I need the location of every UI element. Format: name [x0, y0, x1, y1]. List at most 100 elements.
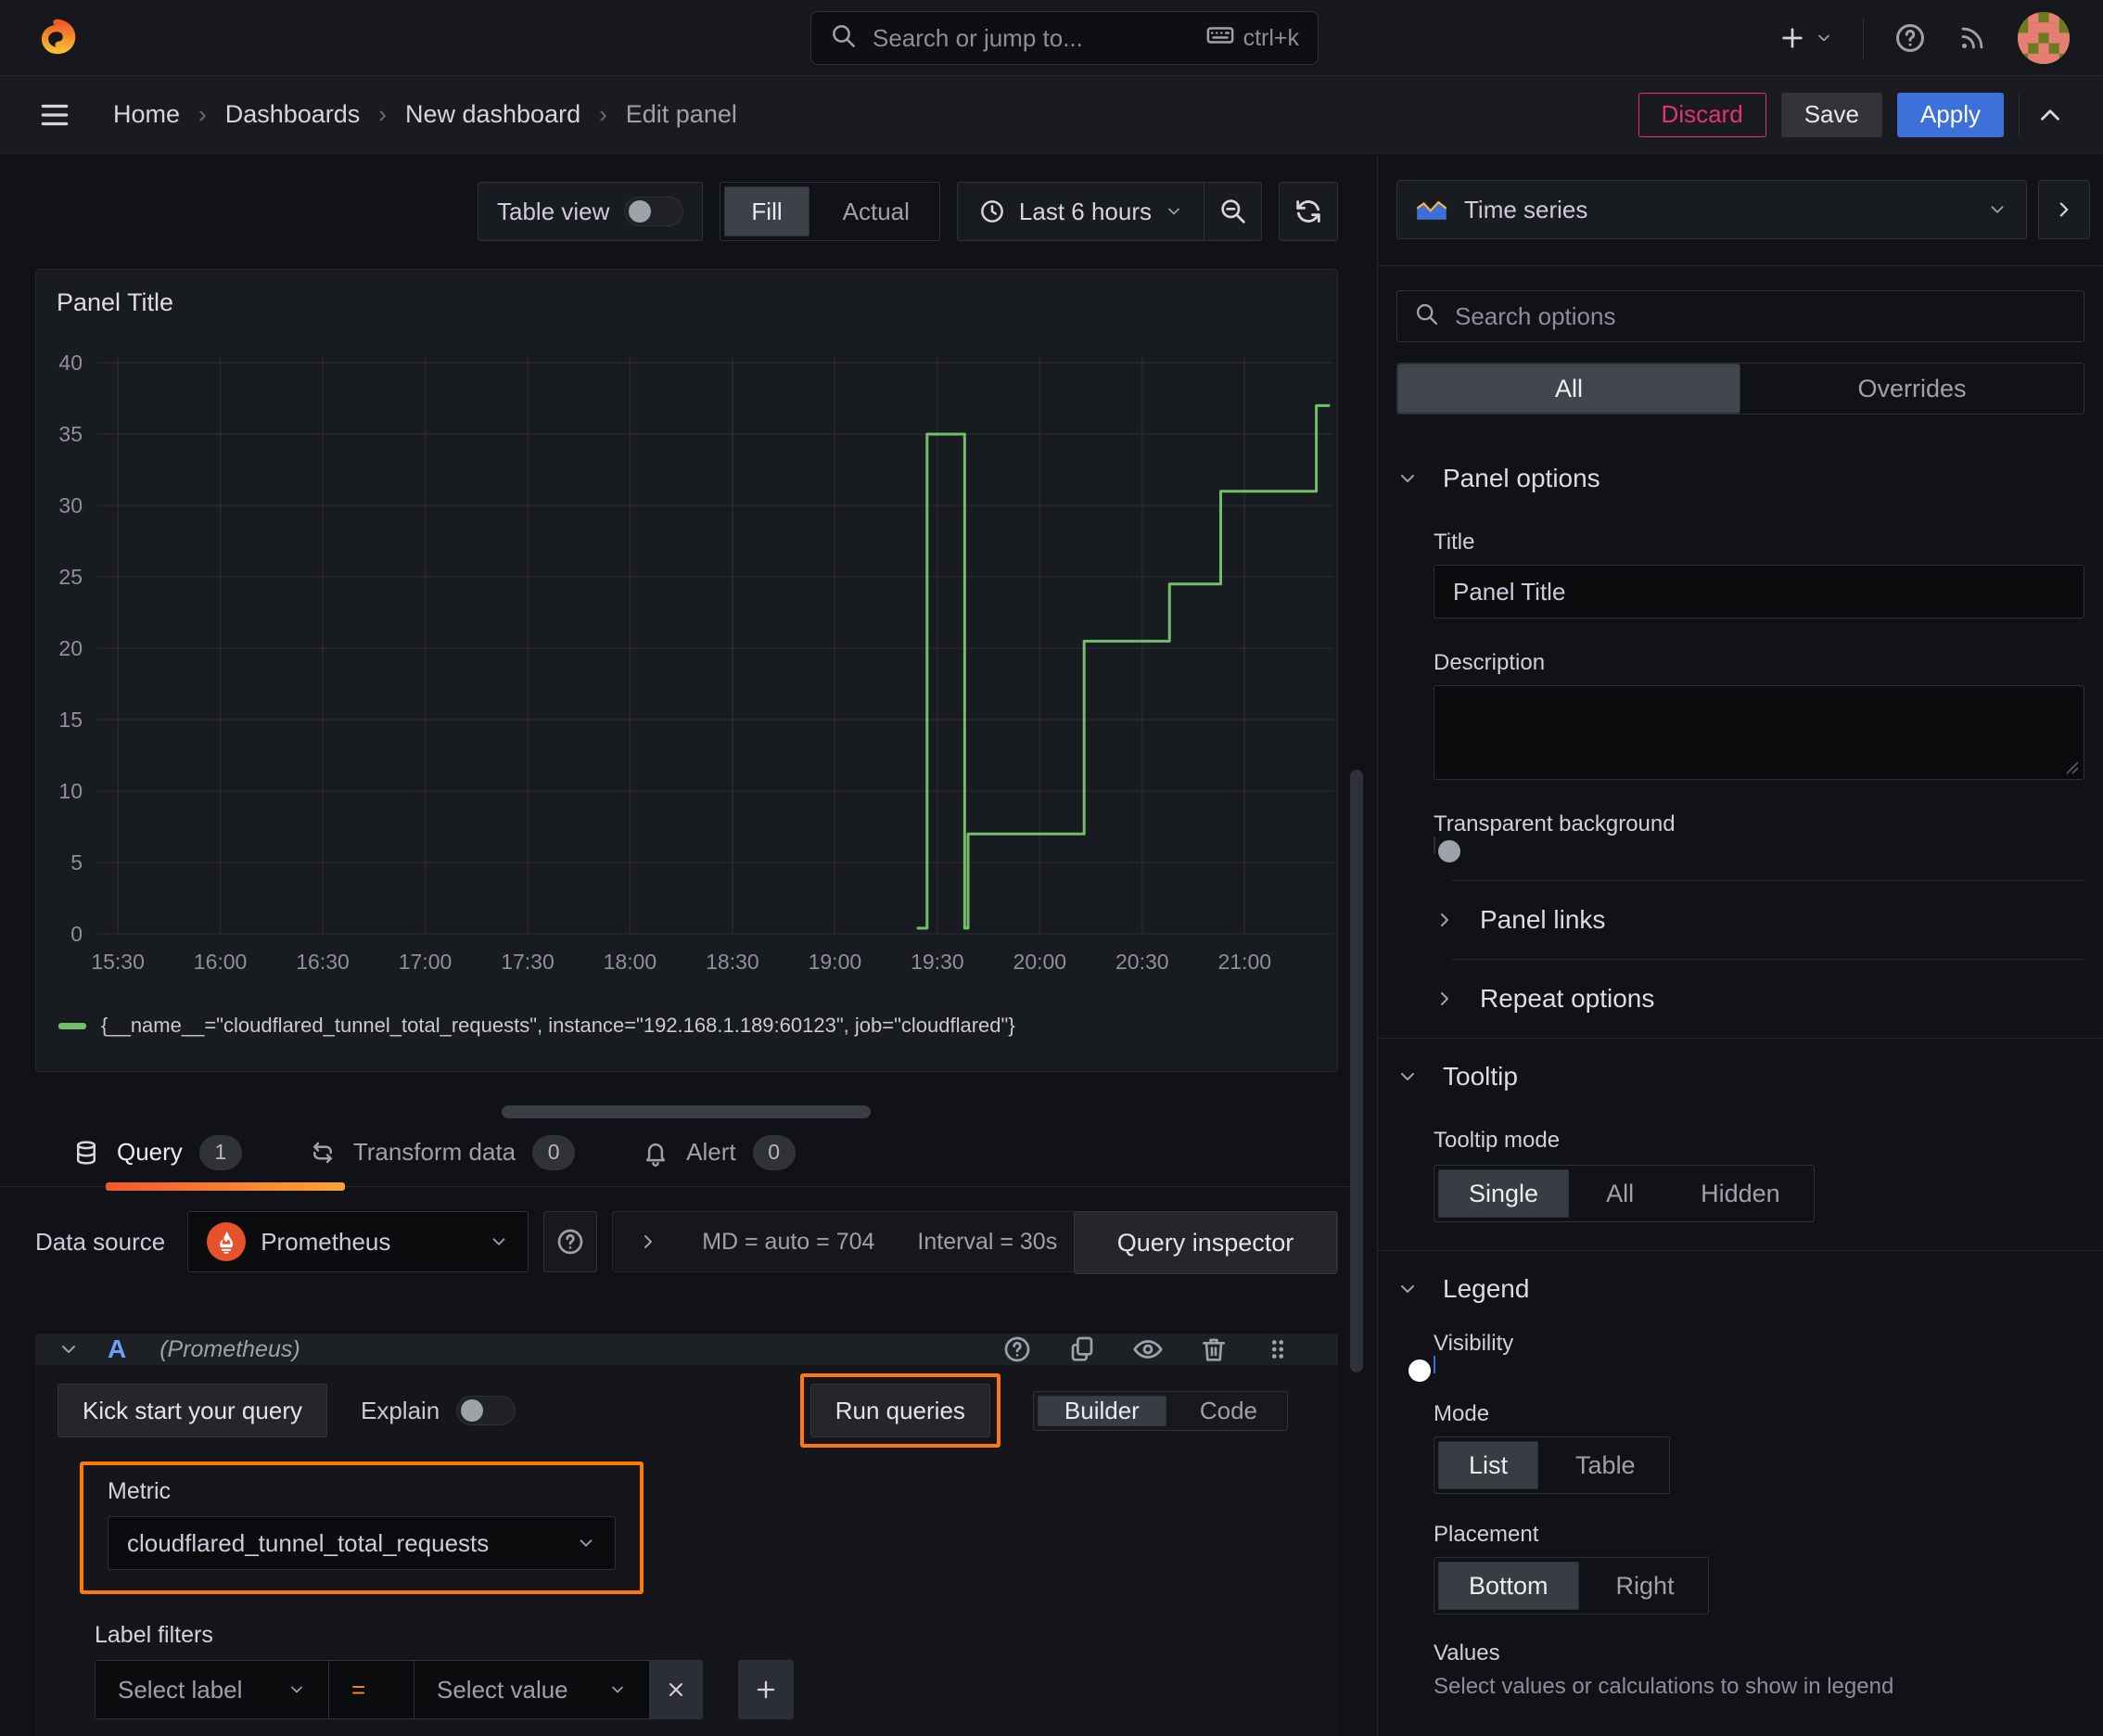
placement-label: Placement: [1434, 1522, 1539, 1547]
visualization-picker[interactable]: Time series: [1396, 180, 2027, 239]
news-rss-icon[interactable]: [1956, 22, 1988, 54]
explain-toggle[interactable]: [456, 1396, 516, 1425]
add-menu-button[interactable]: [1778, 23, 1833, 53]
fill-option[interactable]: Fill: [724, 186, 809, 236]
svg-text:0: 0: [70, 922, 83, 946]
tooltip-mode-switch: Single All Hidden: [1434, 1165, 1815, 1222]
tooltip-single-option[interactable]: Single: [1438, 1169, 1570, 1218]
tab-query[interactable]: Query 1: [72, 1118, 345, 1191]
alert-count-badge: 0: [752, 1134, 796, 1170]
drag-query-handle-icon[interactable]: [1264, 1335, 1292, 1363]
metric-select[interactable]: cloudflared_tunnel_total_requests: [108, 1516, 616, 1570]
avatar[interactable]: [2018, 11, 2070, 64]
panel-preview: Panel Title 0 5 10 15 20 25 30 35 40 15:30 16:00 16…: [35, 269, 1338, 1072]
top-nav: ctrl+k: [0, 0, 2103, 76]
kickstart-query-button[interactable]: Kick start your query: [57, 1384, 327, 1437]
time-range-control: Last 6 hours: [956, 182, 1262, 241]
table-view-toggle[interactable]: [624, 197, 684, 226]
breadcrumb-edit-panel: Edit panel: [625, 100, 737, 128]
options-search[interactable]: [1396, 290, 2084, 342]
duplicate-query-icon[interactable]: [1067, 1334, 1097, 1364]
datasource-picker[interactable]: Prometheus: [187, 1211, 529, 1272]
builder-option[interactable]: Builder: [1037, 1395, 1166, 1426]
panel-links-section[interactable]: Panel links: [1396, 881, 2084, 959]
save-button[interactable]: Save: [1780, 92, 1882, 137]
collapse-options-icon[interactable]: [2038, 180, 2090, 239]
tooltip-mode-label: Tooltip mode: [1434, 1128, 1561, 1153]
filter-all-option[interactable]: All: [1397, 364, 1740, 414]
help-icon[interactable]: [1893, 21, 1927, 55]
expand-options-icon[interactable]: [637, 1231, 659, 1253]
description-textarea[interactable]: [1434, 685, 2084, 780]
label-filter-group: Select label = Select value: [95, 1660, 703, 1719]
breadcrumb: Home › Dashboards › New dashboard › Edit…: [113, 100, 737, 129]
operator-dropdown[interactable]: =: [329, 1661, 414, 1718]
collapse-header-icon[interactable]: [2034, 99, 2066, 131]
legend-section[interactable]: Legend: [1396, 1270, 2084, 1308]
resize-handle[interactable]: [502, 1105, 871, 1118]
legend-swatch: [58, 1022, 86, 1029]
grafana-logo-icon[interactable]: [33, 15, 80, 61]
query-a-header[interactable]: A (Prometheus): [35, 1334, 1338, 1365]
builder-code-switch: Builder Code: [1032, 1390, 1288, 1431]
code-option[interactable]: Code: [1174, 1396, 1283, 1426]
toggle-visibility-icon[interactable]: [1132, 1334, 1164, 1365]
svg-text:15:30: 15:30: [91, 950, 145, 974]
tab-transform[interactable]: Transform data 0: [309, 1118, 576, 1186]
add-filter-icon[interactable]: [738, 1660, 794, 1719]
options-search-input[interactable]: [1455, 301, 2067, 331]
remove-filter-icon[interactable]: [650, 1661, 702, 1718]
svg-text:5: 5: [70, 850, 83, 874]
shortcut-hint: ctrl+k: [1206, 21, 1299, 56]
datasource-help-icon[interactable]: [543, 1211, 598, 1272]
tab-alert[interactable]: Alert 0: [642, 1118, 796, 1186]
panel-options-section[interactable]: Panel options: [1396, 459, 2084, 498]
panel-title: Panel Title: [57, 288, 174, 316]
svg-text:20: 20: [58, 636, 83, 660]
breadcrumb-new-dashboard[interactable]: New dashboard: [405, 100, 580, 129]
legend-label: {__name__="cloudflared_tunnel_total_requ…: [101, 1014, 1015, 1037]
delete-query-icon[interactable]: [1199, 1334, 1229, 1364]
placement-right-option[interactable]: Right: [1587, 1562, 1704, 1610]
apply-button[interactable]: Apply: [1896, 92, 2004, 137]
repeat-options-section[interactable]: Repeat options: [1396, 960, 2084, 1038]
global-search[interactable]: ctrl+k: [810, 11, 1319, 65]
menu-icon[interactable]: [37, 97, 72, 133]
select-value-dropdown[interactable]: Select value: [414, 1661, 650, 1718]
breadcrumb-home[interactable]: Home: [113, 100, 180, 129]
table-view-control: Table view: [478, 182, 704, 241]
svg-text:35: 35: [58, 422, 83, 446]
filter-overrides-option[interactable]: Overrides: [1740, 364, 2084, 414]
query-help-icon[interactable]: [1002, 1334, 1032, 1364]
query-count-badge: 1: [198, 1134, 242, 1170]
search-input[interactable]: [873, 23, 1192, 53]
legend-visibility-toggle[interactable]: [1434, 1356, 1435, 1373]
legend-list-option[interactable]: List: [1438, 1441, 1539, 1489]
left-scrollbar[interactable]: [1350, 770, 1363, 1372]
breadcrumb-dashboards[interactable]: Dashboards: [225, 100, 361, 129]
discard-button[interactable]: Discard: [1638, 92, 1766, 137]
run-queries-button[interactable]: Run queries: [809, 1384, 990, 1437]
query-inspector-button[interactable]: Query inspector: [1074, 1211, 1337, 1274]
actual-option[interactable]: Actual: [817, 186, 936, 236]
select-label-dropdown[interactable]: Select label: [96, 1661, 329, 1718]
legend-table-option[interactable]: Table: [1546, 1441, 1665, 1489]
fill-actual-switch: Fill Actual: [720, 182, 940, 241]
tooltip-all-option[interactable]: All: [1576, 1169, 1663, 1218]
transparent-bg-toggle[interactable]: [1434, 836, 1435, 854]
refresh-icon[interactable]: [1279, 182, 1338, 241]
time-series-chart: 0 5 10 15 20 25 30 35 40 15:30 16:00 16:30 17:00 17:3…: [58, 351, 1333, 974]
interval: Interval = 30s: [917, 1228, 1058, 1255]
placement-bottom-option[interactable]: Bottom: [1438, 1562, 1579, 1610]
tooltip-hidden-option[interactable]: Hidden: [1671, 1169, 1810, 1218]
svg-text:17:30: 17:30: [501, 950, 554, 974]
legend-placement-switch: Bottom Right: [1434, 1557, 1709, 1615]
tooltip-section[interactable]: Tooltip: [1396, 1057, 2084, 1096]
transform-count-badge: 0: [532, 1134, 576, 1170]
metric-value: cloudflared_tunnel_total_requests: [127, 1528, 490, 1557]
zoom-out-icon[interactable]: [1204, 183, 1261, 240]
search-icon: [830, 22, 858, 55]
chart-legend-item[interactable]: {__name__="cloudflared_tunnel_total_requ…: [58, 1014, 1015, 1038]
panel-title-input[interactable]: [1434, 565, 2084, 619]
time-range-picker[interactable]: Last 6 hours: [958, 198, 1204, 226]
